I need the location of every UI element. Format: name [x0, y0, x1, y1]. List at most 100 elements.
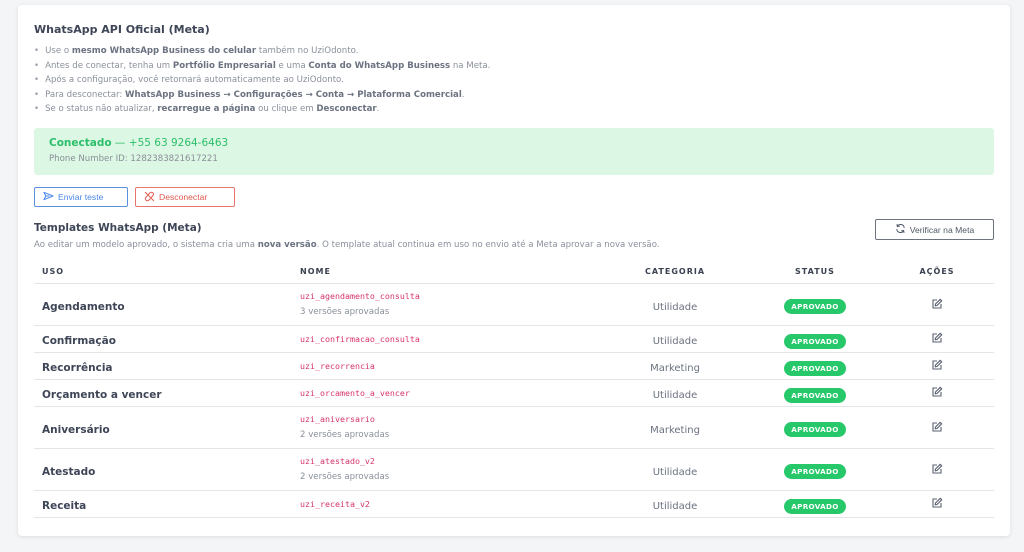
- cell-categoria: Utilidade: [600, 283, 750, 326]
- instructions-list: Use o mesmo WhatsApp Business do celular…: [34, 44, 490, 117]
- cell-acoes: [880, 379, 994, 407]
- edit-icon[interactable]: [931, 383, 943, 402]
- cell-categoria: Marketing: [600, 406, 750, 449]
- instruction-item: Após a configuração, você retornará auto…: [34, 73, 490, 88]
- instruction-emphasis: recarregue a página: [157, 104, 256, 114]
- template-category: Utilidade: [652, 390, 698, 401]
- template-category: Utilidade: [652, 466, 698, 478]
- instruction-item: Se o status não atualizar, recarregue a …: [34, 102, 490, 117]
- col-acoes: AÇÕES: [880, 261, 994, 284]
- status-badge: APROVADO: [784, 360, 846, 376]
- cell-acoes: [880, 352, 994, 380]
- verify-label: Verificar na Meta: [909, 224, 975, 235]
- template-category: Utilidade: [652, 336, 698, 347]
- edit-icon[interactable]: [931, 295, 943, 314]
- section-title: WhatsApp API Oficial (Meta): [34, 23, 210, 36]
- templates-table: USO NOME CATEGORIA STATUS AÇÕES Agendame…: [34, 261, 994, 518]
- instruction-emphasis: Portfólio Empresarial: [172, 60, 276, 71]
- templates-title: Templates WhatsApp (Meta): [34, 222, 202, 234]
- instruction-text: .: [461, 89, 465, 100]
- cell-nome: uzi_receita_v2: [300, 490, 600, 518]
- template-usage: Receita: [42, 500, 87, 512]
- cell-status: APROVADO: [750, 490, 880, 518]
- template-usage: Recorrência: [42, 362, 113, 374]
- templates-table-body: Agendamento uzi_agendamento_consulta 3 ver…: [34, 283, 994, 518]
- cell-nome: uzi_aniversario 2 versões aprovadas: [300, 406, 600, 449]
- verify-meta-button[interactable]: Verificar na Meta: [875, 219, 994, 240]
- cell-acoes: [880, 448, 994, 491]
- instruction-text: .: [376, 104, 380, 114]
- instruction-emphasis: Conta do WhatsApp Business: [308, 60, 451, 71]
- status-badge: APROVADO: [784, 464, 846, 479]
- desc-part: Ao editar um modelo aprovado, o sistema …: [34, 240, 258, 250]
- send-test-label: Enviar teste: [58, 192, 104, 202]
- cell-status: APROVADO: [750, 406, 880, 449]
- instruction-text: ou clique em: [255, 104, 317, 114]
- cell-uso: Receita: [34, 490, 300, 518]
- cell-nome: uzi_atestado_v2 2 versões aprovadas: [300, 448, 600, 491]
- whatsapp-settings-card: WhatsApp API Oficial (Meta) Use o mesmo …: [18, 5, 1010, 536]
- table-row: Confirmação uzi_confirmacao_consulta Utili…: [34, 325, 994, 353]
- cell-uso: Atestado: [34, 448, 300, 491]
- cell-status: APROVADO: [750, 352, 880, 380]
- send-test-button[interactable]: Enviar teste: [34, 187, 128, 207]
- col-uso: USO: [34, 261, 300, 284]
- edit-icon[interactable]: [931, 418, 943, 437]
- disconnect-button[interactable]: Desconectar: [135, 187, 235, 207]
- send-icon: [43, 191, 58, 203]
- cell-uso: Recorrência: [34, 352, 300, 380]
- template-category: Marketing: [650, 424, 700, 436]
- instruction-item: Use o mesmo WhatsApp Business do celular…: [34, 44, 490, 59]
- desc-part-end: . O template atual continua em uso no en…: [316, 240, 660, 250]
- cell-acoes: [880, 325, 994, 353]
- unlink-icon: [144, 191, 159, 204]
- instruction-emphasis: Desconectar: [316, 104, 377, 114]
- desc-bold: nova versão: [257, 240, 317, 250]
- status-badge: APROVADO: [784, 299, 846, 314]
- template-category: Utilidade: [652, 501, 698, 512]
- instruction-text: Após a configuração, você retornará auto…: [45, 75, 344, 85]
- template-name: uzi_recorrencia: [300, 360, 375, 371]
- cell-uso: Agendamento: [34, 283, 300, 326]
- instruction-item: Antes de conectar, tenha um Portfólio Em…: [34, 59, 490, 74]
- template-category: Utilidade: [652, 301, 698, 313]
- instruction-text: Se o status não atualizar,: [45, 104, 158, 114]
- cell-status: APROVADO: [750, 379, 880, 407]
- table-row: Aniversário uzi_aniversario 2 versões apro…: [34, 406, 994, 449]
- table-header-row: USO NOME CATEGORIA STATUS AÇÕES: [34, 261, 994, 284]
- cell-categoria: Utilidade: [600, 325, 750, 353]
- status-badge: APROVADO: [784, 387, 846, 403]
- instruction-text: e uma: [275, 60, 309, 71]
- table-row: Atestado uzi_atestado_v2 2 versões aprovad…: [34, 448, 994, 491]
- edit-icon[interactable]: [931, 329, 943, 348]
- template-name: uzi_receita_v2: [300, 498, 370, 509]
- cell-categoria: Utilidade: [600, 490, 750, 518]
- table-row: Receita uzi_receita_v2 Utilidade APROVADO: [34, 490, 994, 518]
- col-nome: NOME: [300, 261, 600, 284]
- cell-status: APROVADO: [750, 448, 880, 491]
- instruction-text: também no UziOdonto.: [256, 46, 359, 56]
- cell-nome: uzi_recorrencia: [300, 352, 600, 380]
- cell-nome: uzi_orcamento_a_vencer: [300, 379, 600, 407]
- cell-acoes: [880, 490, 994, 518]
- table-row: Orçamento a vencer uzi_orcamento_a_vencer…: [34, 379, 994, 407]
- cell-categoria: Marketing: [600, 352, 750, 380]
- table-row: Agendamento uzi_agendamento_consulta 3 ver…: [34, 283, 994, 326]
- cell-acoes: [880, 283, 994, 326]
- template-versions: 3 versões aprovadas: [300, 307, 390, 317]
- instruction-text: na Meta.: [450, 60, 491, 71]
- status-separator: —: [111, 137, 129, 149]
- template-usage: Agendamento: [42, 300, 125, 313]
- connection-status-line: Conectado — +55 63 9264-6463: [49, 137, 228, 149]
- template-category: Marketing: [650, 363, 700, 374]
- template-versions: 2 versões aprovadas: [300, 430, 390, 440]
- template-name: uzi_atestado_v2: [300, 456, 375, 466]
- instruction-text: Use o: [45, 46, 72, 56]
- cell-nome: uzi_confirmacao_consulta: [300, 325, 600, 353]
- status-badge: APROVADO: [784, 422, 846, 437]
- edit-icon[interactable]: [931, 494, 943, 513]
- template-usage: Orçamento a vencer: [42, 389, 162, 401]
- template-versions: 2 versões aprovadas: [300, 472, 390, 482]
- edit-icon[interactable]: [931, 460, 943, 479]
- edit-icon[interactable]: [931, 356, 943, 375]
